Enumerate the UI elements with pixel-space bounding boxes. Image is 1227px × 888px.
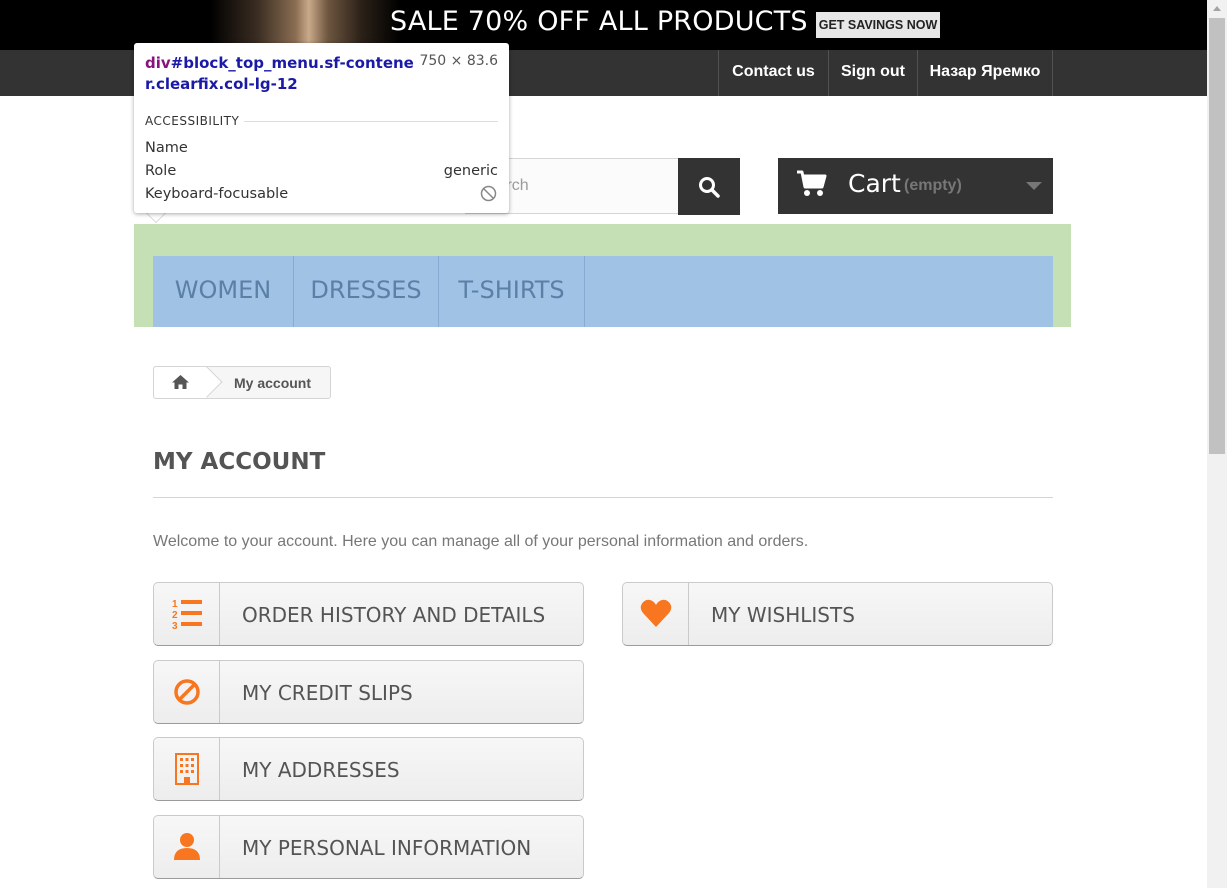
tooltip-selector-text: #block_top_menu.sf-contener.clearfix.col… — [145, 54, 414, 93]
tile-icon-box — [154, 816, 220, 878]
not-focusable-icon — [480, 185, 497, 202]
tooltip-tag-name: div — [145, 54, 171, 72]
tile-icon-box — [154, 738, 220, 800]
tile-icon-box — [154, 661, 220, 723]
tile-icon-box — [623, 583, 689, 645]
title-divider — [153, 497, 1053, 498]
home-icon — [172, 375, 189, 389]
tile-label: MY WISHLISTS — [711, 603, 855, 627]
tooltip-role-value: generic — [443, 163, 498, 179]
tooltip-role-label: Role — [145, 163, 177, 179]
personal-information-button[interactable]: MY PERSONAL INFORMATION — [153, 815, 584, 879]
breadcrumb: My account — [153, 366, 331, 399]
svg-text:2: 2 — [172, 610, 178, 621]
svg-text:3: 3 — [172, 621, 178, 631]
tooltip-tail — [146, 212, 166, 222]
sign-out-link[interactable]: Sign out — [828, 50, 917, 96]
top-category-menu: WOMEN DRESSES T-SHIRTS — [153, 256, 1053, 327]
welcome-text: Welcome to your account. Here you can ma… — [153, 533, 809, 550]
menu-item-t-shirts[interactable]: T-SHIRTS — [439, 256, 585, 327]
get-savings-button[interactable]: GET SAVINGS NOW — [816, 12, 940, 38]
page: SALE 70% OFF ALL PRODUCTS GET SAVINGS NO… — [0, 0, 1227, 888]
svg-text:1: 1 — [172, 599, 178, 610]
tooltip-name-label: Name — [145, 140, 188, 156]
addresses-button[interactable]: MY ADDRESSES — [153, 737, 584, 801]
contact-us-link[interactable]: Contact us — [718, 50, 828, 96]
wishlists-button[interactable]: MY WISHLISTS — [622, 582, 1053, 646]
devtools-inspect-tooltip: div#block_top_menu.sf-contener.clearfix.… — [134, 43, 509, 213]
search-icon — [699, 177, 720, 198]
tile-label: MY ADDRESSES — [242, 758, 400, 782]
tile-label: MY PERSONAL INFORMATION — [242, 836, 532, 860]
user-icon — [174, 833, 200, 860]
menu-item-dresses[interactable]: DRESSES — [294, 256, 439, 327]
tooltip-focusable-label: Keyboard-focusable — [145, 186, 289, 202]
cart-status: (empty) — [904, 177, 962, 194]
credit-slips-button[interactable]: MY CREDIT SLIPS — [153, 660, 584, 724]
tooltip-section-heading: ACCESSIBILITY — [145, 114, 240, 128]
cart-button[interactable]: Cart (empty) — [778, 158, 1053, 214]
cart-label: Cart — [848, 169, 901, 198]
breadcrumb-current: My account — [234, 375, 312, 391]
menu-item-women[interactable]: WOMEN — [153, 256, 294, 327]
scroll-up-arrow-icon[interactable] — [1213, 6, 1221, 11]
chevron-down-icon — [1026, 182, 1042, 190]
scrollbar-thumb[interactable] — [1209, 18, 1225, 454]
page-title: MY ACCOUNT — [153, 449, 326, 475]
heart-icon — [640, 599, 672, 627]
tooltip-section-rule — [244, 121, 498, 122]
tooltip-element-size: 750 × 83.6 — [419, 53, 498, 69]
breadcrumb-home-link[interactable] — [154, 367, 206, 398]
building-icon — [175, 753, 199, 785]
search-button[interactable] — [678, 158, 740, 215]
tile-label: MY CREDIT SLIPS — [242, 681, 413, 705]
ban-icon — [174, 679, 200, 705]
page-scrollbar[interactable] — [1207, 0, 1227, 888]
tile-icon-box: 1 2 3 — [154, 583, 220, 645]
order-history-button[interactable]: 1 2 3 ORDER HISTORY AND DETAILS — [153, 582, 584, 646]
tooltip-selector: div#block_top_menu.sf-contener.clearfix.… — [145, 53, 415, 95]
banner-headline: SALE 70% OFF ALL PRODUCTS — [390, 6, 808, 37]
shopping-cart-icon — [797, 170, 827, 196]
ordered-list-icon: 1 2 3 — [172, 599, 202, 631]
tile-label: ORDER HISTORY AND DETAILS — [242, 603, 546, 627]
account-user-link[interactable]: Назар Яремко — [917, 50, 1053, 96]
